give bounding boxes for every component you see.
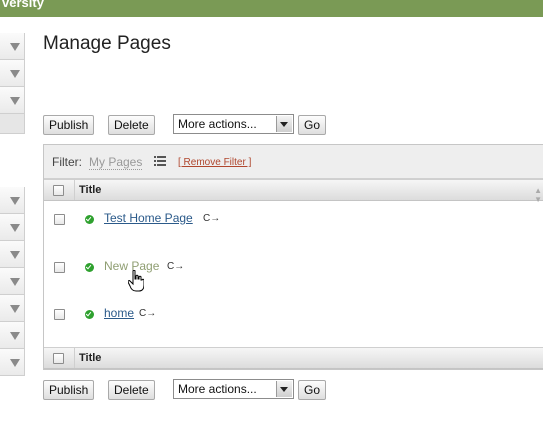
chevron-down-icon[interactable] <box>276 381 292 397</box>
sidebar-item[interactable] <box>0 33 25 60</box>
table-row: home C→ <box>44 303 543 349</box>
select-all-checkbox[interactable] <box>53 185 64 196</box>
hand-pointer-icon <box>128 270 144 292</box>
page-title: Manage Pages <box>43 33 171 54</box>
chevron-down-icon <box>10 359 20 367</box>
table-row: Test Home Page C→ <box>44 208 543 254</box>
sidebar-item[interactable] <box>0 268 25 295</box>
row-checkbox[interactable] <box>54 309 65 320</box>
brand-name: versity <box>2 0 44 10</box>
sidebar-nav-lower <box>0 187 25 376</box>
publish-button[interactable]: Publish <box>43 380 95 400</box>
chevron-down-icon <box>10 224 20 232</box>
chevron-down-icon <box>10 278 20 286</box>
delete-button[interactable]: Delete <box>108 115 155 135</box>
sidebar-item[interactable] <box>0 349 25 376</box>
chevron-down-icon <box>10 251 20 259</box>
sidebar-item-selected[interactable] <box>0 114 25 134</box>
sidebar-item[interactable] <box>0 187 25 214</box>
chevron-down-icon <box>10 332 20 340</box>
table-row: New Page C→ <box>44 256 543 302</box>
chevron-down-icon <box>10 305 20 313</box>
page-title-link[interactable]: home <box>104 306 134 320</box>
table-footer: Title <box>44 347 543 369</box>
more-actions-value: More actions... <box>178 382 257 396</box>
filter-value[interactable]: My Pages <box>89 155 143 170</box>
column-header-title[interactable]: Title <box>79 184 101 196</box>
go-button[interactable]: Go <box>298 380 327 400</box>
check-circle-icon <box>85 263 94 272</box>
chevron-down-icon[interactable] <box>276 116 292 132</box>
sidebar-item[interactable] <box>0 241 25 268</box>
pages-table-panel: Filter: My Pages [ Remove Filter ] Title… <box>43 144 543 370</box>
page-title-link[interactable]: Test Home Page <box>104 211 193 225</box>
sidebar-item[interactable] <box>0 214 25 241</box>
delete-button[interactable]: Delete <box>108 380 155 400</box>
column-footer-title[interactable]: Title <box>79 352 101 364</box>
sidebar-item[interactable] <box>0 322 25 349</box>
sidebar-nav-upper <box>0 33 25 134</box>
app-header-bar: versity <box>0 0 543 17</box>
chevron-down-icon <box>10 43 20 51</box>
sidebar-item[interactable] <box>0 87 25 114</box>
chevron-down-icon <box>10 97 20 105</box>
table-header: Title ▲ ▼ <box>44 179 543 204</box>
filter-bar: Filter: My Pages [ Remove Filter ] <box>44 145 543 179</box>
chevron-down-icon <box>10 197 20 205</box>
more-actions-select[interactable]: More actions... <box>173 114 294 134</box>
check-circle-icon <box>85 310 94 319</box>
refresh-icon[interactable]: C→ <box>167 261 184 272</box>
publish-button[interactable]: Publish <box>43 115 95 135</box>
row-checkbox[interactable] <box>54 262 65 273</box>
sort-icon[interactable]: ▲ ▼ <box>534 186 542 204</box>
go-button[interactable]: Go <box>298 115 327 135</box>
check-circle-icon <box>85 215 94 224</box>
row-checkbox[interactable] <box>54 214 65 225</box>
chevron-down-icon <box>10 70 20 78</box>
refresh-icon[interactable]: C→ <box>139 308 156 319</box>
filter-label: Filter: <box>52 155 82 169</box>
more-actions-select[interactable]: More actions... <box>173 379 294 399</box>
select-all-checkbox[interactable] <box>53 353 64 364</box>
more-actions-value: More actions... <box>178 117 257 131</box>
remove-filter-link[interactable]: [ Remove Filter ] <box>178 157 251 168</box>
list-icon[interactable] <box>154 156 166 166</box>
select-all-cell <box>44 348 75 368</box>
sidebar-item[interactable] <box>0 295 25 322</box>
refresh-icon[interactable]: C→ <box>203 213 220 224</box>
select-all-cell <box>44 180 75 200</box>
sidebar-item[interactable] <box>0 60 25 87</box>
